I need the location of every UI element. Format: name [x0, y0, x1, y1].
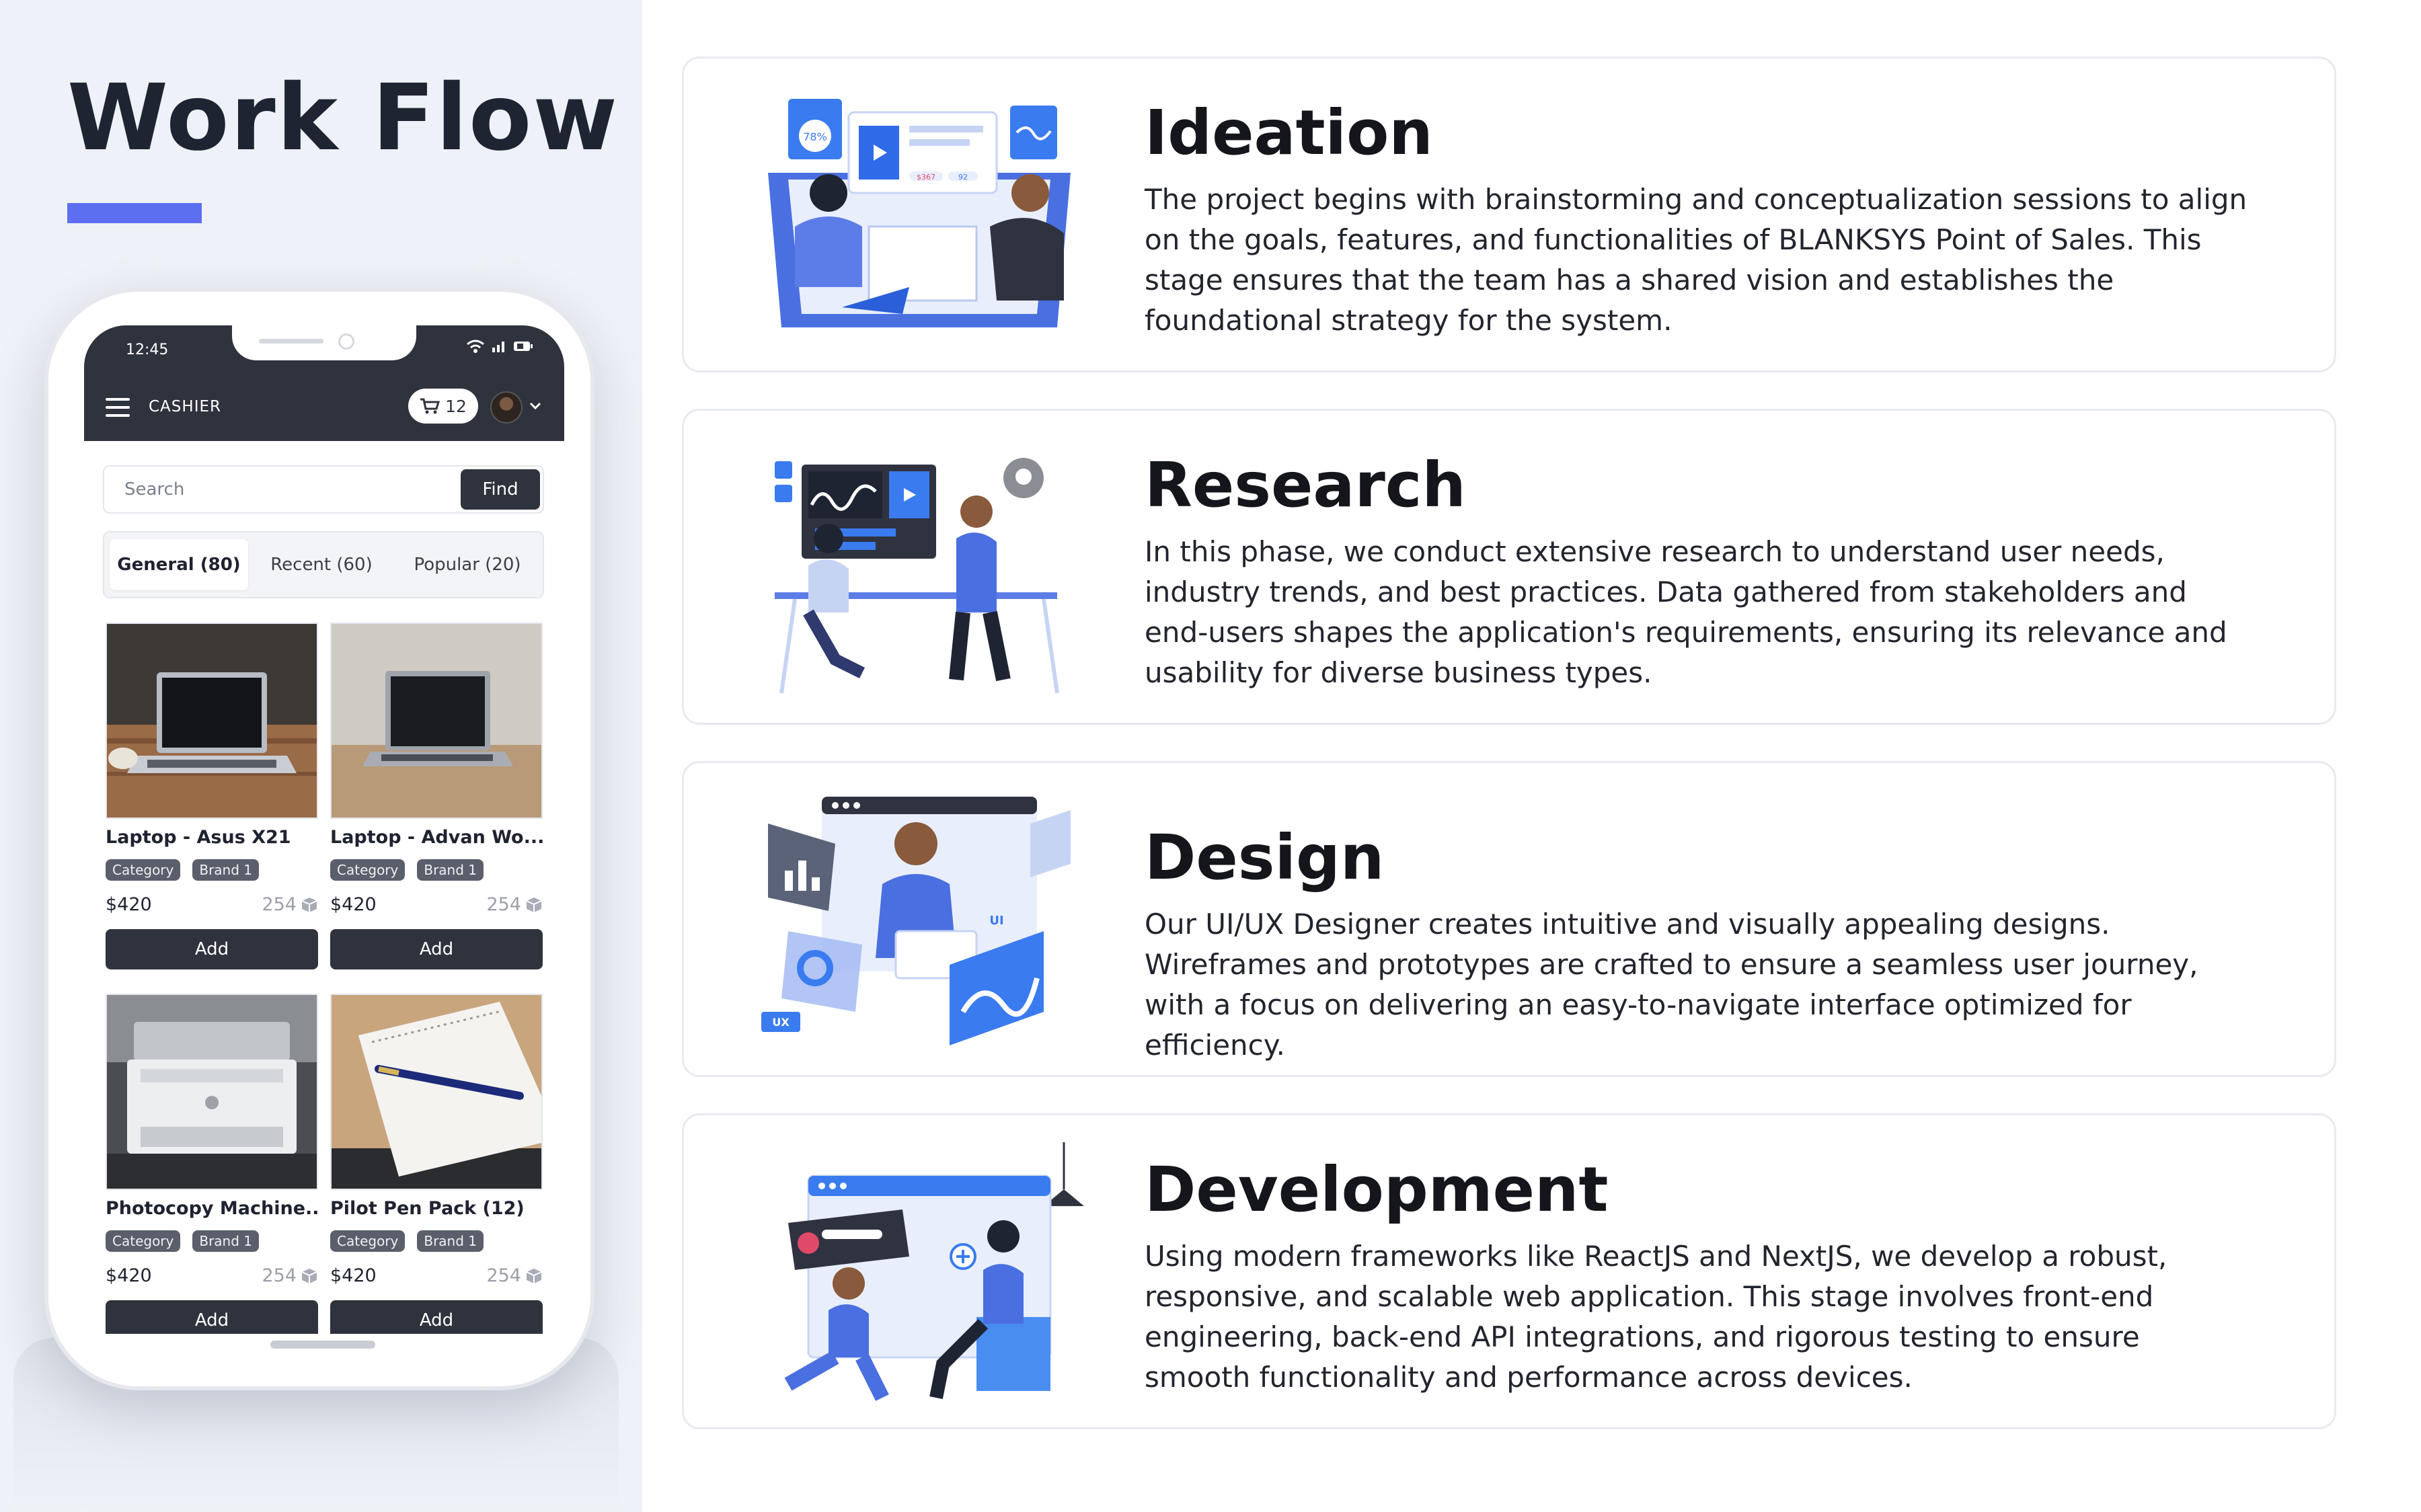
box-icon	[526, 1268, 542, 1283]
product-card[interactable]: Pilot Pen Pack (12) Category Brand 1 $42…	[330, 994, 543, 1334]
product-name: Laptop - Advan Wo...	[330, 827, 543, 848]
battery-icon	[514, 342, 533, 351]
product-name: Photocopy Machine..	[106, 1198, 318, 1219]
stock-count: 254	[486, 1265, 543, 1286]
step-title: Ideation	[1145, 97, 1433, 169]
signal-icon	[492, 342, 504, 352]
speaker-grille	[259, 339, 323, 344]
add-to-cart-button[interactable]: Add	[106, 1300, 318, 1334]
stock-value: 254	[262, 1265, 297, 1286]
category-tabs: General (80) Recent (60) Popular (20)	[103, 531, 544, 598]
wifi-icon	[467, 340, 484, 353]
stock-count: 254	[262, 894, 318, 915]
brand-tag[interactable]: Brand 1	[192, 859, 260, 881]
product-image-pilot-pen	[330, 994, 543, 1190]
research-analytics-illustration	[775, 458, 1059, 694]
box-icon	[301, 897, 317, 912]
user-avatar[interactable]	[490, 391, 523, 424]
stock-count: 254	[262, 1265, 318, 1286]
category-tag[interactable]: Category	[330, 1230, 406, 1252]
stock-value: 254	[486, 1265, 521, 1286]
category-tag[interactable]: Category	[106, 1230, 181, 1252]
app-header: CASHIER 12	[84, 374, 564, 441]
front-camera	[338, 333, 354, 350]
brand-tag[interactable]: Brand 1	[417, 1230, 484, 1252]
step-card-ideation: 78% $367 92 Ideation The project begins …	[682, 56, 2336, 372]
product-image-laptop-advan	[330, 623, 543, 819]
left-panel: Work Flow 12:45 CASHIER 12 Search Find G…	[0, 0, 642, 1512]
cart-button[interactable]: 12	[408, 389, 478, 424]
stock-count: 254	[486, 894, 543, 915]
status-bar: 12:45	[84, 325, 564, 374]
add-to-cart-button[interactable]: Add	[330, 1300, 543, 1334]
ui-tag-label: UI	[989, 914, 1003, 928]
brand-tag[interactable]: Brand 1	[192, 1230, 260, 1252]
search-bar: Find	[103, 465, 544, 514]
pie-percent-label: 78%	[803, 130, 827, 143]
product-card[interactable]: Laptop - Asus X21 Category Brand 1 $420 …	[106, 623, 318, 986]
search-input[interactable]	[106, 468, 455, 511]
product-name: Laptop - Asus X21	[106, 827, 291, 848]
cart-icon	[420, 398, 440, 414]
step-description: In this phase, we conduct extensive rese…	[1145, 535, 2227, 689]
status-time: 12:45	[126, 342, 169, 358]
chip-amount-label: $367	[917, 173, 935, 182]
brand-tag[interactable]: Brand 1	[417, 859, 484, 881]
home-indicator	[270, 1341, 375, 1349]
product-image-photocopy-machine	[106, 994, 318, 1190]
find-button[interactable]: Find	[461, 469, 540, 510]
stock-value: 254	[262, 894, 297, 915]
product-image-laptop-asus	[106, 623, 318, 819]
ui-ux-design-illustration: UX UI	[761, 797, 1071, 1045]
stock-value: 254	[486, 894, 521, 915]
chevron-down-icon[interactable]	[528, 398, 543, 413]
product-price: $420	[106, 1265, 152, 1286]
phone-screen: 12:45 CASHIER 12 Search Find General (80…	[84, 325, 564, 1334]
add-to-cart-button[interactable]: Add	[106, 929, 318, 969]
header-title: CASHIER	[149, 398, 221, 415]
add-to-cart-button[interactable]: Add	[330, 929, 543, 969]
ux-tag-label: UX	[772, 1016, 790, 1029]
tab-general[interactable]: General (80)	[110, 539, 248, 590]
web-development-illustration	[784, 1142, 1084, 1401]
product-price: $420	[330, 894, 377, 915]
product-price: $420	[330, 1265, 377, 1286]
phone-mockup: 12:45 CASHIER 12 Search Find General (80…	[44, 288, 594, 1390]
category-tag[interactable]: Category	[330, 859, 406, 881]
page-title: Work Flow	[67, 65, 619, 171]
status-icons	[466, 339, 533, 354]
title-accent-bar	[67, 203, 202, 223]
step-card-design: UX UI Design Our UI/UX Designer creates …	[682, 761, 2336, 1077]
step-title: Research	[1145, 449, 1466, 521]
phone-notch	[232, 325, 416, 360]
tab-recent[interactable]: Recent (60)	[255, 539, 388, 590]
product-card[interactable]: Photocopy Machine.. Category Brand 1 $42…	[106, 994, 318, 1334]
product-price: $420	[106, 894, 152, 915]
step-description: Using modern frameworks like ReactJS and…	[1145, 1240, 2167, 1394]
step-title: Design	[1145, 822, 1385, 893]
category-tag[interactable]: Category	[106, 859, 181, 881]
product-name: Pilot Pen Pack (12)	[330, 1198, 525, 1219]
step-card-development: Development Using modern frameworks like…	[682, 1113, 2336, 1429]
step-title: Development	[1145, 1154, 1609, 1226]
tab-popular[interactable]: Popular (20)	[395, 539, 540, 590]
step-description: The project begins with brainstorming an…	[1145, 183, 2247, 337]
brainstorming-team-illustration: 78% $367 92	[768, 99, 1071, 327]
hamburger-menu-icon[interactable]	[106, 398, 130, 417]
chip-count-label: 92	[958, 173, 968, 182]
box-icon	[301, 1268, 317, 1283]
cart-count-badge: 12	[445, 396, 467, 416]
step-card-research: Research In this phase, we conduct exten…	[682, 409, 2336, 725]
product-card[interactable]: Laptop - Advan Wo... Category Brand 1 $4…	[330, 623, 543, 986]
step-description: Our UI/UX Designer creates intuitive and…	[1145, 908, 2198, 1062]
box-icon	[526, 897, 542, 912]
